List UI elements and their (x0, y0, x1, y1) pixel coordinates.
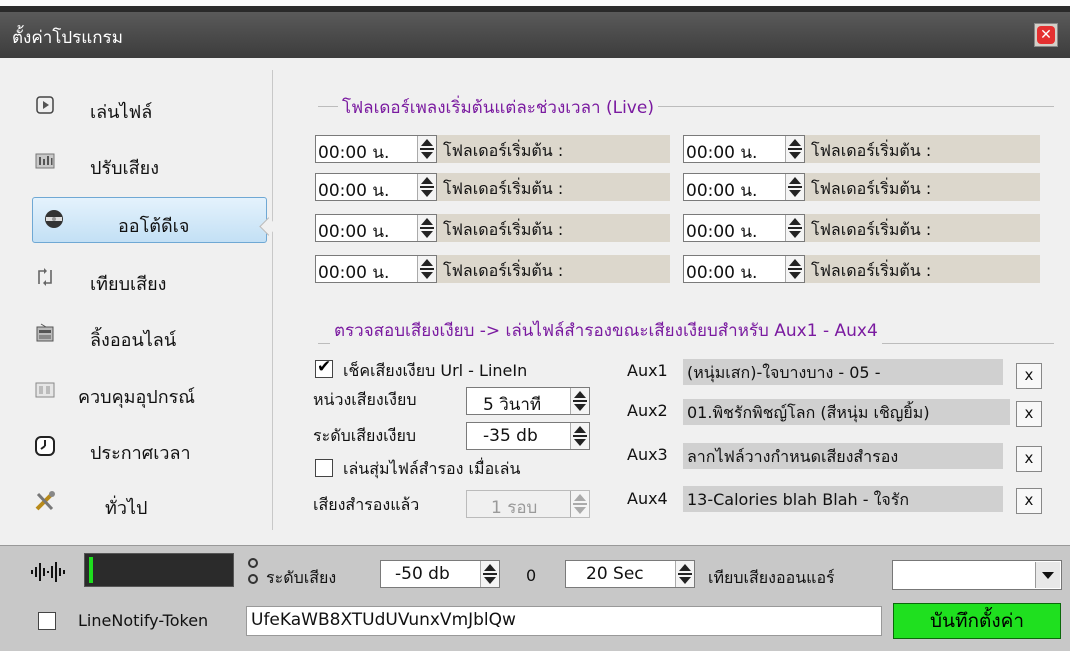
sidebar-item-autodj[interactable]: ออโต้ดีเจ (32, 197, 267, 243)
after-backup-stepper[interactable]: 1 รอบ (466, 490, 590, 518)
sidebar-divider (272, 70, 273, 530)
sidebar-item-label: ทั่วไป (105, 498, 148, 519)
silence-delay-stepper[interactable]: 5 วินาที (466, 387, 590, 415)
sidebar-item-label: เทียบเสียง (90, 274, 167, 295)
aux1-label: Aux1 (627, 361, 668, 380)
chevron-down-icon[interactable] (1035, 562, 1060, 588)
aux2-file-field[interactable]: 01.พิชรักพิชญ์โลก (สีหนุ่ม เชิญยิ้ม) (683, 399, 1010, 425)
aux3-clear-button[interactable]: x (1016, 446, 1042, 472)
schedule-folder-left[interactable]: โฟลเดอร์เริ่มต้น : (437, 135, 670, 163)
close-button[interactable]: ✕ (1034, 23, 1058, 47)
spin-arrows-icon[interactable] (480, 561, 499, 587)
spin-arrows-icon[interactable] (570, 423, 589, 449)
sidebar-item-compare[interactable]: เทียบเสียง (30, 256, 250, 302)
compare-icon (38, 268, 52, 286)
random-backup-label: เล่นสุ่มไฟล์สำรอง เมื่อเล่น (343, 459, 521, 478)
sidebar-item-label: ออโต้ดีเจ (118, 216, 190, 237)
sidebar-item-label: ประกาศเวลา (90, 443, 191, 464)
ring-bottom-icon (248, 574, 258, 584)
schedule-time-left[interactable]: 00:00 น. (315, 255, 437, 283)
title-bar: ตั้งค่าโปรแกรม ✕ (0, 12, 1070, 58)
compare-onair-select[interactable] (892, 560, 1062, 590)
random-backup-checkbox[interactable] (315, 459, 333, 477)
device-icon (35, 382, 55, 398)
schedule-time-right[interactable]: 00:00 น. (683, 214, 805, 242)
schedule-folder-left[interactable]: โฟลเดอร์เริ่มต้น : (437, 173, 670, 201)
clock-icon (35, 436, 55, 456)
schedule-folder-right[interactable]: โฟลเดอร์เริ่มต้น : (805, 135, 1040, 163)
radio-icon (36, 323, 54, 342)
spin-arrows-icon[interactable] (785, 174, 804, 200)
spin-arrows-icon[interactable] (417, 174, 436, 200)
level-zero-text: 0 (526, 566, 537, 585)
schedule-folder-right[interactable]: โฟลเดอร์เริ่มต้น : (805, 255, 1040, 283)
sidebar-item-equalizer[interactable]: ปรับเสียง (30, 140, 250, 186)
close-icon: ✕ (1037, 26, 1055, 44)
linenotify-token-label: LineNotify-Token (78, 611, 209, 630)
sidebar-item-label: ปรับเสียง (90, 158, 159, 179)
schedule-time-left[interactable]: 00:00 น. (315, 214, 437, 242)
schedule-time-left[interactable]: 00:00 น. (315, 173, 437, 201)
aux1-clear-button[interactable]: x (1016, 363, 1042, 389)
spin-arrows-icon[interactable] (417, 215, 436, 241)
compare-onair-label: เทียบเสียงออนแอร์ (708, 568, 835, 587)
sidebar-item-general[interactable]: ทั่วไป (30, 480, 250, 526)
sidebar-item-play-file[interactable]: เล่นไฟล์ (30, 84, 250, 130)
aux3-file-field[interactable]: ลากไฟล์วางกำหนดเสียงสำรอง (683, 443, 1003, 469)
level-stepper[interactable]: -50 db (380, 560, 500, 588)
linenotify-checkbox[interactable] (38, 612, 56, 630)
schedule-folder-left[interactable]: โฟลเดอร์เริ่มต้น : (437, 255, 670, 283)
seconds-stepper[interactable]: 20 Sec (565, 560, 695, 588)
aux4-clear-button[interactable]: x (1016, 488, 1042, 514)
top-strip (0, 0, 1070, 12)
sidebar-item-time-announce[interactable]: ประกาศเวลา (30, 425, 250, 471)
schedule-folder-left[interactable]: โฟลเดอร์เริ่มต้น : (437, 214, 670, 242)
silence-check-checkbox[interactable] (315, 357, 333, 378)
spin-arrows-icon[interactable] (417, 136, 436, 162)
sidebar-item-online-link[interactable]: ลิ้งออนไลน์ (30, 312, 250, 358)
silence-level-label: ระดับเสียงเงียบ (313, 426, 416, 445)
aux4-label: Aux4 (627, 489, 668, 508)
spin-arrows-icon[interactable] (570, 388, 589, 414)
sidebar-item-label: เล่นไฟล์ (90, 102, 153, 123)
aux1-file-field[interactable]: (หนุ่มเสก)-ใจบางบาง - 05 - (683, 359, 1003, 385)
schedule-folder-right[interactable]: โฟลเดอร์เริ่มต้น : (805, 214, 1040, 242)
silence-level-stepper[interactable]: -35 db (466, 422, 590, 450)
schedule-folder-right[interactable]: โฟลเดอร์เริ่มต้น : (805, 173, 1040, 201)
autodj-icon (45, 210, 63, 228)
vu-meter (84, 553, 234, 587)
schedule-group-title: โฟลเดอร์เพลงเริ่มต้นแต่ละช่วงเวลา (Live) (338, 94, 658, 121)
spin-arrows-icon[interactable] (570, 491, 589, 517)
schedule-time-right[interactable]: 00:00 น. (683, 135, 805, 163)
schedule-time-right[interactable]: 00:00 น. (683, 255, 805, 283)
spin-arrows-icon[interactable] (417, 256, 436, 282)
waveform-icon (31, 562, 65, 582)
linenotify-token-input[interactable]: UfeKaWB8XTUdUVunxVmJblQw (246, 606, 882, 636)
sidebar-item-device-control[interactable]: ควบคุมอุปกรณ์ (30, 369, 250, 415)
level-label: ระดับเสียง (266, 568, 337, 587)
spin-arrows-icon[interactable] (785, 215, 804, 241)
aux4-file-field[interactable]: 13-Calories blah Blah - ใจรัก (683, 486, 1003, 512)
aux2-clear-button[interactable]: x (1016, 401, 1042, 427)
spin-arrows-icon[interactable] (785, 136, 804, 162)
silence-group-title: ตรวจสอบเสียงเงียบ -> เล่นไฟล์สำรองขณะเสี… (330, 317, 882, 344)
play-file-icon (36, 96, 54, 114)
window-title: ตั้งค่าโปรแกรม (12, 28, 123, 48)
ring-top-icon (248, 558, 258, 568)
aux2-label: Aux2 (627, 401, 668, 420)
silence-delay-label: หน่วงเสียงเงียบ (313, 390, 417, 409)
spin-arrows-icon[interactable] (785, 256, 804, 282)
schedule-time-left[interactable]: 00:00 น. (315, 135, 437, 163)
equalizer-icon (35, 153, 55, 169)
save-settings-button[interactable]: บันทึกตั้งค่า (893, 603, 1061, 639)
sidebar-item-label: ลิ้งออนไลน์ (90, 330, 177, 351)
tools-icon (35, 491, 55, 511)
silence-check-label: เช็คเสียงเงียบ Url - LineIn (343, 361, 528, 380)
spin-arrows-icon[interactable] (675, 561, 694, 587)
sidebar-item-label: ควบคุมอุปกรณ์ (78, 387, 195, 408)
after-backup-label: เสียงสำรองแล้ว (313, 495, 420, 514)
aux3-label: Aux3 (627, 445, 668, 464)
schedule-time-right[interactable]: 00:00 น. (683, 173, 805, 201)
